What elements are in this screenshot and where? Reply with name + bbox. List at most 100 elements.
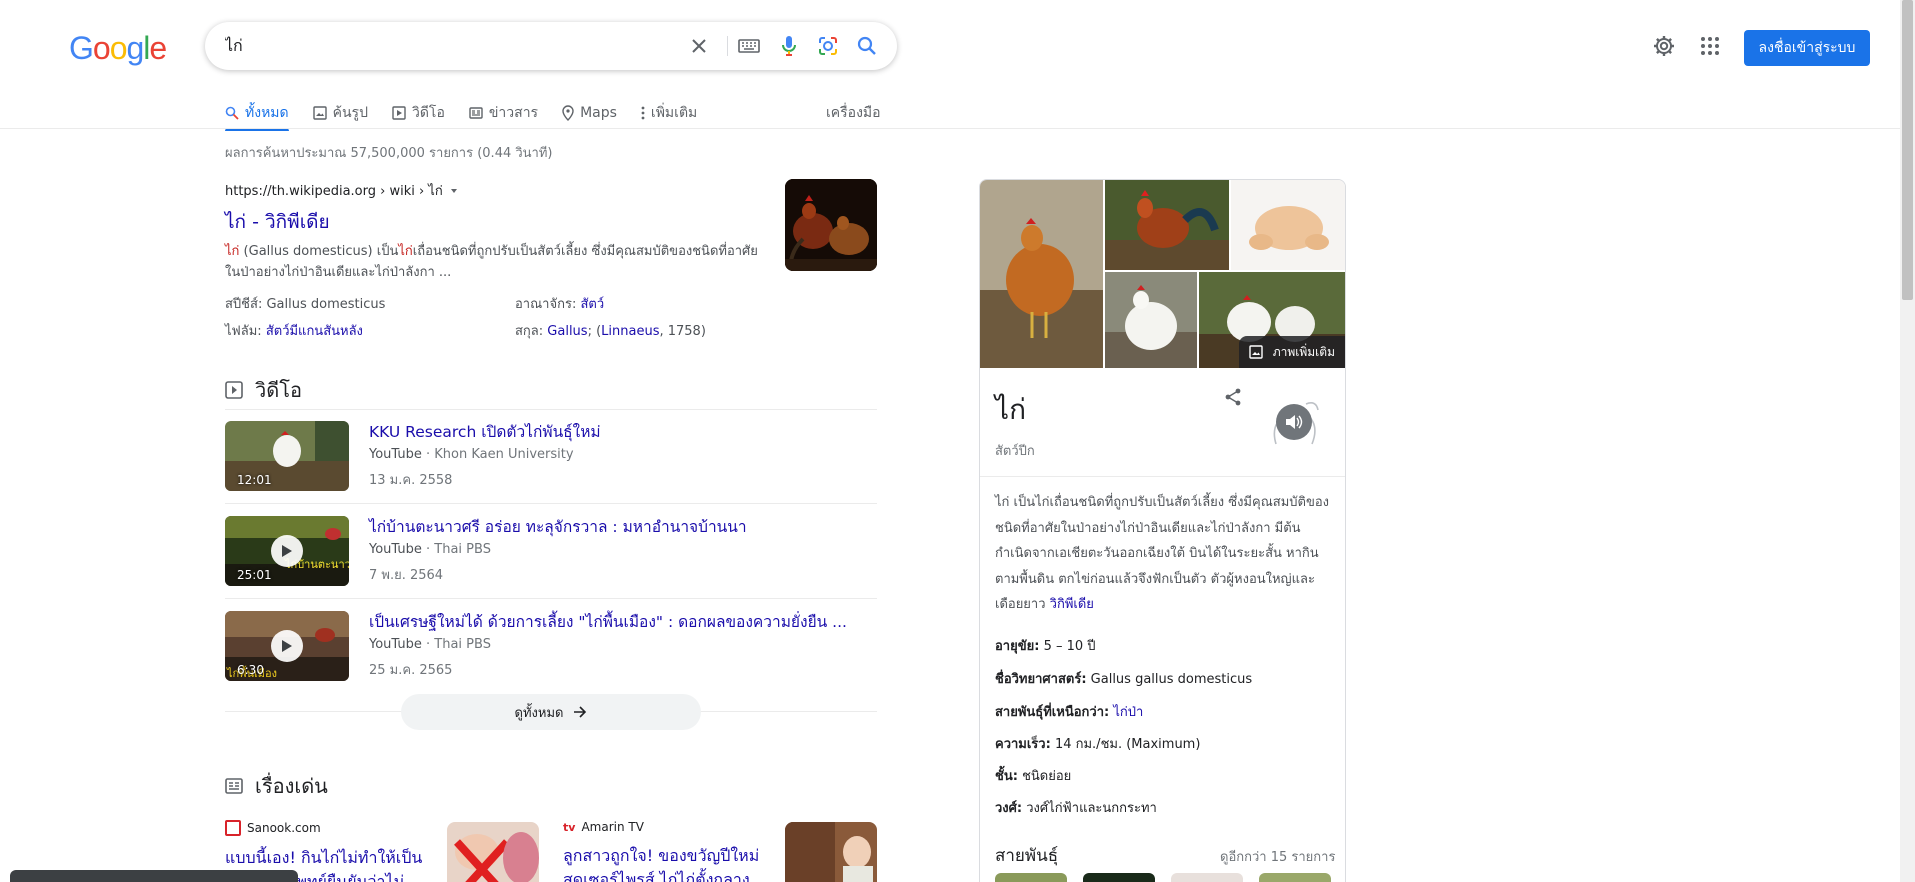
view-all-videos-button[interactable]: ดูทั้งหมด: [401, 694, 701, 730]
breed-thumbnail[interactable]: [1259, 873, 1331, 882]
snippet-highlight: ไก่: [225, 244, 240, 259]
result-snippet: ไก่ (Gallus domesticus) เป็นไก่เถื่อนชนิ…: [225, 241, 765, 283]
camera-lens-icon[interactable]: [816, 34, 840, 58]
fact-value: วงศ์ไก่ฟ้าและนกกระทา: [1026, 801, 1157, 816]
fact-label: สายพันธุ์ที่เหนือกว่า:: [995, 705, 1110, 720]
kp-subtitle: สัตว์ปีก: [995, 444, 1035, 459]
kp-image[interactable]: [980, 180, 1103, 368]
fact-value: 5 – 10 ปี: [1043, 639, 1096, 654]
breeds-heading: สายพันธุ์: [995, 846, 1059, 866]
tab-images[interactable]: ค้นรูป: [312, 98, 368, 128]
video-date: 13 ม.ค. 2558: [369, 473, 453, 488]
scrollbar[interactable]: [1900, 0, 1915, 882]
fact-link[interactable]: Linnaeus: [601, 324, 659, 339]
result-thumbnail[interactable]: [785, 179, 877, 271]
fact-value: Gallus domesticus: [266, 297, 386, 312]
play-icon[interactable]: [271, 630, 303, 662]
video-result[interactable]: 12:01 KKU Research เปิดตัวไก่พันธุ์ใหม่ …: [225, 421, 877, 493]
video-title[interactable]: ไก่บ้านตะนาวศรี อร่อย ทะลุจักรวาล : มหาอ…: [369, 516, 747, 538]
more-images-button[interactable]: ภาพเพิ่มเติม: [1238, 336, 1345, 368]
kp-fact: วงศ์: วงศ์ไก่ฟ้าและนกกระทา: [995, 797, 1157, 818]
result-facts: สปีชีส์: Gallus domesticus อาณาจักร: สัต…: [225, 293, 765, 341]
video-title[interactable]: KKU Research เปิดตัวไก่พันธุ์ใหม่: [369, 421, 601, 443]
arrow-right-icon: [574, 706, 587, 718]
fact-value: ชนิดย่อย: [1022, 769, 1072, 784]
fact-label: ชื่อวิทยาศาสตร์:: [995, 672, 1087, 687]
video-duration: 12:01: [237, 473, 272, 487]
kp-image[interactable]: [1105, 272, 1197, 368]
divider: [0, 128, 1900, 129]
microphone-icon[interactable]: [777, 34, 801, 58]
kp-image[interactable]: [1105, 180, 1229, 270]
fact-label: ไฟลัม:: [225, 324, 262, 339]
story-image[interactable]: [447, 822, 539, 882]
videos-heading: วิดีโอ: [225, 374, 302, 406]
fact-link[interactable]: ไก่ป่า: [1113, 705, 1143, 720]
fact-link[interactable]: Gallus: [547, 324, 587, 339]
video-thumbnail[interactable]: ไก่พื้นเมือง 6:30: [225, 611, 349, 681]
divider: [727, 36, 728, 56]
search-icon[interactable]: [855, 34, 879, 58]
video-duration: 25:01: [237, 568, 272, 582]
search-box: [205, 22, 897, 70]
logo-letter: e: [149, 30, 167, 66]
tab-videos[interactable]: วิดีโอ: [392, 98, 445, 128]
wikipedia-link[interactable]: วิกิพีเดีย: [1050, 597, 1094, 612]
kp-fact: สายพันธุ์ที่เหนือกว่า: ไก่ป่า: [995, 701, 1143, 722]
search-input[interactable]: [225, 22, 685, 70]
google-logo[interactable]: Google: [69, 30, 167, 66]
fact-label: สกุล:: [515, 324, 544, 339]
snippet-text: (Gallus domesticus) เป็น: [239, 244, 399, 259]
image-icon: [1249, 345, 1263, 359]
keyboard-icon[interactable]: [737, 34, 761, 58]
more-images-label: ภาพเพิ่มเติม: [1272, 344, 1335, 359]
signin-button[interactable]: ลงชื่อเข้าสู่ระบบ: [1744, 30, 1870, 66]
video-date: 7 พ.ย. 2564: [369, 568, 444, 583]
clear-icon[interactable]: [687, 34, 711, 58]
kp-description: ไก่ เป็นไก่เถื่อนชนิดที่ถูกปรับเป็นสัตว์…: [995, 490, 1335, 618]
video-thumbnail[interactable]: ไก่บ้านตะนาวศรี 25:01: [225, 516, 349, 586]
result-title-link[interactable]: ไก่ - วิกิพีเดีย: [225, 209, 765, 235]
breeds-more-link[interactable]: ดูอีกกว่า 15 รายการ: [1220, 846, 1335, 867]
story-headline[interactable]: ลูกสาวถูกใจ! ของขวัญปีใหม่สุดเซอร์ไพรส์ …: [563, 844, 771, 882]
tab-more[interactable]: เพิ่มเติม: [641, 98, 697, 128]
logo-letter: o: [109, 30, 128, 66]
play-icon[interactable]: [271, 535, 303, 567]
tools-button[interactable]: เครื่องมือ: [826, 98, 881, 128]
fact-link[interactable]: สัตว์มีแกนสันหลัง: [266, 324, 363, 339]
source-logo-icon: [225, 820, 241, 836]
fact-text: , 1758): [659, 324, 706, 339]
logo-letter: G: [69, 30, 94, 66]
scrollbar-thumb[interactable]: [1902, 0, 1913, 300]
tab-maps[interactable]: Maps: [562, 98, 617, 128]
apps-grid-icon[interactable]: [1698, 34, 1722, 58]
video-result[interactable]: ไก่พื้นเมือง 6:30 เป็นเศรษฐีใหม่ได้ ด้วย…: [225, 611, 877, 683]
result-url[interactable]: https://th.wikipedia.org › wiki › ไก่: [225, 180, 443, 201]
kp-image[interactable]: [1231, 180, 1345, 270]
caret-down-icon[interactable]: [449, 186, 459, 196]
video-thumbnail[interactable]: 12:01: [225, 421, 349, 491]
tab-news[interactable]: ข่าวสาร: [469, 98, 538, 128]
fact-label: ชั้น:: [995, 769, 1018, 784]
fact-label: ความเร็ว:: [995, 737, 1051, 752]
speaker-icon[interactable]: [1276, 404, 1312, 440]
fact-link[interactable]: สัตว์: [580, 297, 604, 312]
kp-description-text: ไก่ เป็นไก่เถื่อนชนิดที่ถูกปรับเป็นสัตว์…: [995, 495, 1329, 612]
breed-thumbnail[interactable]: [995, 873, 1067, 882]
section-title: เรื่องเด่น: [255, 774, 328, 798]
tab-label: ทั้งหมด: [245, 105, 289, 121]
fact-label: อาณาจักร:: [515, 297, 577, 312]
video-platform: YouTube: [369, 637, 422, 652]
video-source: YouTube · Khon Kaen University: [369, 447, 574, 462]
breed-thumbnail[interactable]: [1083, 873, 1155, 882]
breed-thumbnail[interactable]: [1171, 873, 1243, 882]
video-result[interactable]: ไก่บ้านตะนาวศรี 25:01 ไก่บ้านตะนาวศรี อร…: [225, 516, 877, 588]
gear-icon[interactable]: [1652, 34, 1676, 58]
video-channel: · Thai PBS: [426, 542, 491, 557]
kp-fact: อายุขัย: 5 – 10 ปี: [995, 635, 1096, 656]
tab-all[interactable]: ทั้งหมด: [225, 98, 289, 131]
fact-label: สปีชีส์:: [225, 297, 263, 312]
share-icon[interactable]: [1224, 388, 1248, 412]
story-image[interactable]: [785, 822, 877, 882]
video-title[interactable]: เป็นเศรษฐีใหม่ได้ ด้วยการเลี้ยง "ไก่พื้น…: [369, 611, 847, 633]
